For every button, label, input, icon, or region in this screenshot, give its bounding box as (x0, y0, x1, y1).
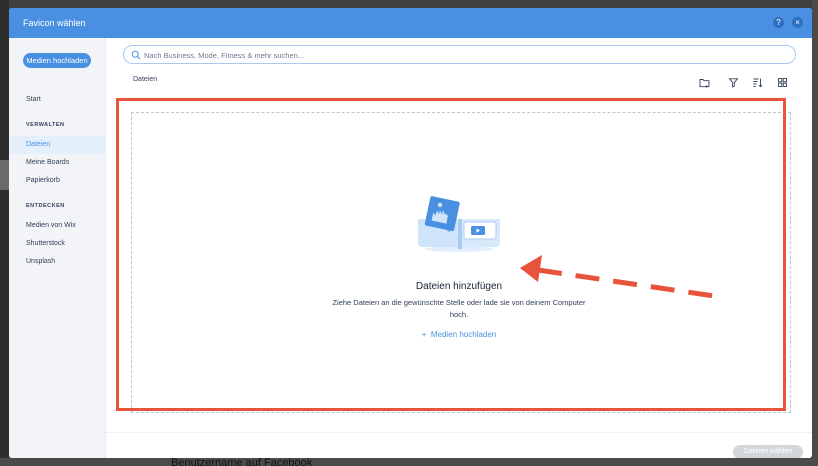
background-panel (0, 0, 9, 466)
search-input[interactable] (144, 49, 784, 61)
choose-files-button[interactable]: Dateien wählen (733, 445, 803, 458)
sidebar-item-start[interactable]: Start (9, 91, 106, 109)
sidebar-item-my-boards[interactable]: Meine Boards (9, 154, 106, 172)
dialog-footer (106, 432, 812, 458)
drop-zone-description: Ziehe Dateien an die gewünschte Stelle o… (332, 298, 586, 319)
background-panel-item (0, 160, 9, 190)
drop-zone[interactable] (131, 112, 791, 413)
upload-media-button[interactable]: Medien hochladen (23, 53, 91, 68)
close-button[interactable]: × (792, 17, 803, 28)
sidebar-item-trash[interactable]: Papierkorb (9, 172, 106, 190)
favicon-dialog: Favicon wählen ? × Medien hochladen Star… (9, 8, 812, 458)
upload-link-label: Medien hochladen (430, 330, 497, 339)
drop-zone-title: Dateien hinzufügen (415, 281, 503, 292)
dialog-title: Favicon wählen (23, 18, 86, 28)
new-folder-icon[interactable] (699, 75, 710, 88)
sort-icon[interactable] (752, 75, 763, 88)
sidebar-item-unsplash[interactable]: Unsplash (9, 253, 106, 271)
sidebar-item-wix-media[interactable]: Medien von Wix (9, 217, 106, 235)
background-strip (0, 458, 818, 466)
search-icon (131, 50, 141, 60)
help-button[interactable]: ? (773, 17, 784, 28)
sidebar-item-files[interactable]: Dateien (9, 136, 106, 154)
background-caption: Benutzername auf Facebook (171, 457, 313, 466)
sidebar-heading-manage: VERWALTEN (26, 122, 65, 128)
toolbar-divider (123, 97, 796, 98)
filter-icon[interactable] (728, 75, 739, 88)
dialog-titlebar: Favicon wählen ? × (9, 8, 812, 38)
sidebar-item-shutterstock[interactable]: Shutterstock (9, 235, 106, 253)
sidebar-heading-discover: ENTDECKEN (26, 203, 65, 209)
sidebar: Medien hochladen Start VERWALTEN Dateien… (9, 38, 106, 458)
breadcrumb: Dateien (133, 76, 158, 83)
upload-illustration-icon (418, 196, 500, 252)
background-scrollbar (812, 0, 818, 466)
plus-icon: + (421, 330, 427, 339)
drop-zone-upload-link[interactable]: + Medien hochladen (389, 330, 529, 339)
search-bar (123, 45, 796, 64)
grid-view-icon[interactable] (777, 75, 788, 87)
